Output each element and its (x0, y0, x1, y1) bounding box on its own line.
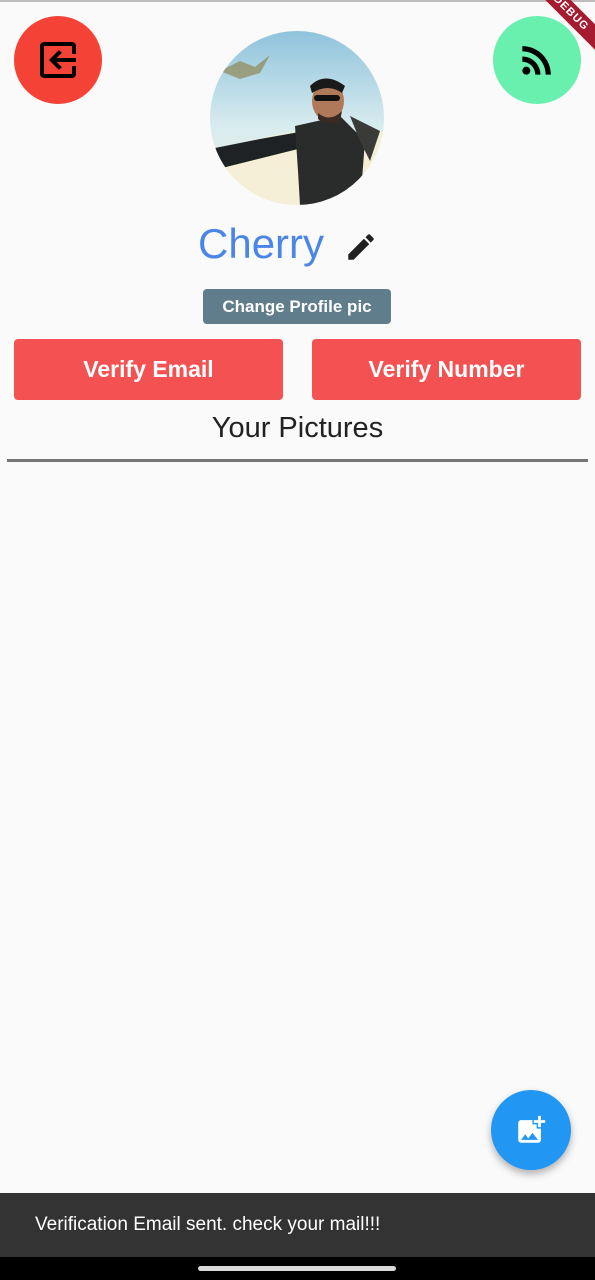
your-pictures-heading: Your Pictures (211, 412, 384, 444)
rss-feed-icon (522, 46, 551, 75)
exit-to-app-icon (40, 42, 76, 78)
change-profile-pic-button[interactable]: Change Profile pic (203, 289, 391, 324)
feed-button[interactable] (493, 16, 581, 104)
logout-button[interactable] (14, 16, 102, 104)
profile-name: Cherry (198, 220, 325, 267)
add-photo-button[interactable] (491, 1090, 571, 1170)
verify-email-button[interactable]: Verify Email (14, 339, 283, 400)
add-photo-icon (518, 1115, 546, 1143)
edit-name-button[interactable] (344, 230, 378, 264)
pencil-icon (348, 234, 374, 260)
system-nav-bar (0, 1257, 595, 1280)
section-divider (7, 459, 588, 462)
snackbar-message: Verification Email sent. check your mail… (35, 1214, 381, 1235)
snackbar: Verification Email sent. check your mail… (0, 1193, 595, 1257)
avatar-photo (210, 31, 384, 205)
verify-number-button[interactable]: Verify Number (312, 339, 581, 400)
profile-avatar[interactable] (210, 31, 384, 205)
top-divider (0, 0, 595, 2)
home-indicator[interactable] (198, 1266, 396, 1271)
